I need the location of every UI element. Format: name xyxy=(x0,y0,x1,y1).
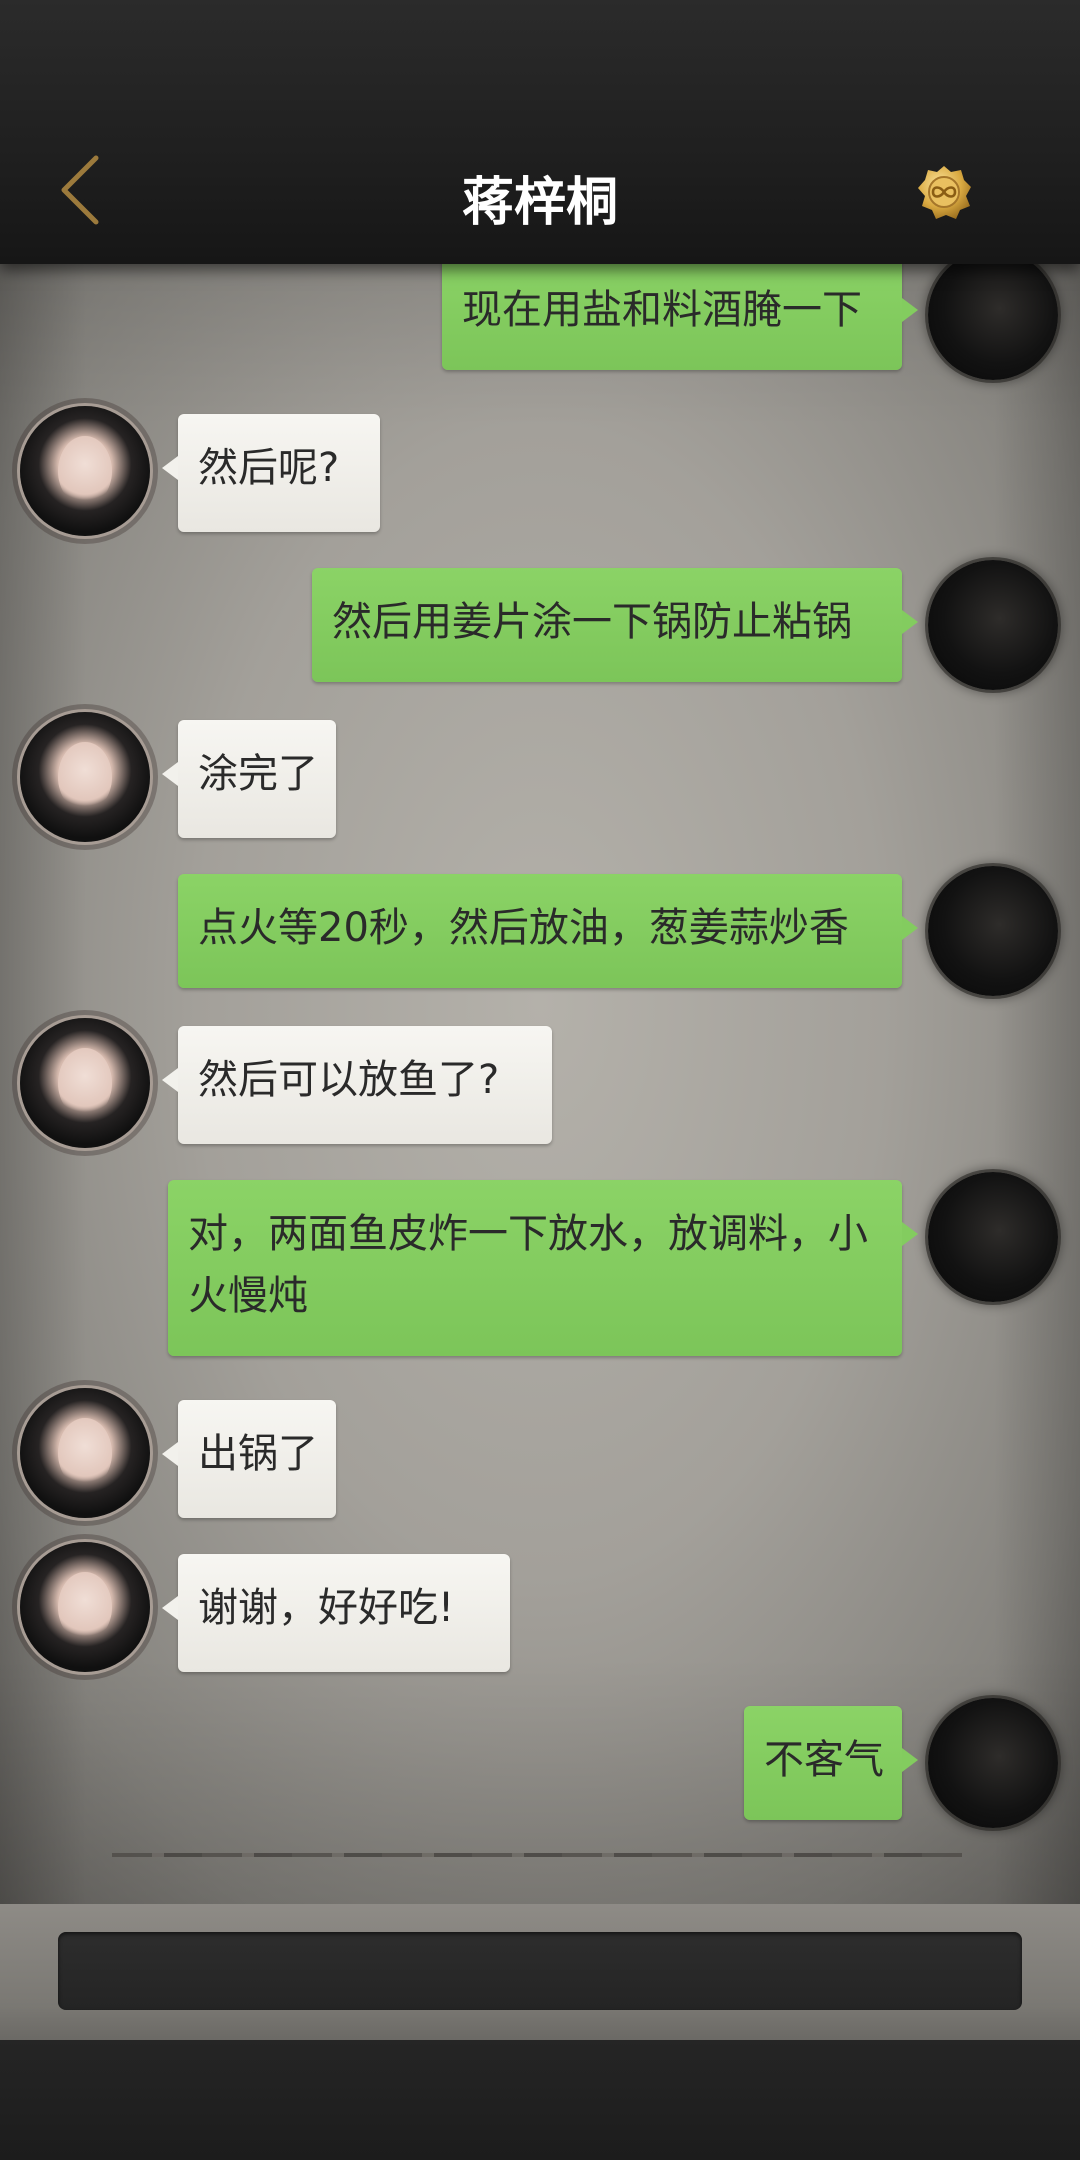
outgoing-message-bubble[interactable]: 然后用姜片涂一下锅防止粘锅 xyxy=(312,568,918,682)
my-avatar[interactable] xyxy=(928,866,1058,996)
incoming-message-bubble[interactable]: 出锅了 xyxy=(162,1400,336,1518)
contact-avatar[interactable] xyxy=(20,1018,150,1148)
chat-area[interactable]: 现在用盐和料酒腌一下 然后呢? 然后用姜片涂一下锅防止粘锅 涂完了 点火等20秒… xyxy=(0,264,1080,1904)
contact-avatar[interactable] xyxy=(20,1388,150,1518)
chat-divider xyxy=(112,1853,962,1857)
bottom-navigation-band xyxy=(0,2040,1080,2160)
incoming-message-bubble[interactable]: 然后呢? xyxy=(162,414,380,532)
contact-avatar[interactable] xyxy=(20,1542,150,1672)
outgoing-message-bubble[interactable]: 现在用盐和料酒腌一下 xyxy=(442,264,918,370)
contact-avatar[interactable] xyxy=(20,712,150,842)
chat-header: 蒋梓桐 xyxy=(0,0,1080,264)
message-input-field[interactable] xyxy=(58,1932,1022,2010)
outgoing-message-bubble[interactable]: 点火等20秒，然后放油，葱姜蒜炒香 xyxy=(178,874,918,988)
outgoing-message-bubble[interactable]: 对，两面鱼皮炸一下放水，放调料，小火慢炖 xyxy=(168,1180,918,1356)
my-avatar[interactable] xyxy=(928,264,1058,380)
infinity-coin-icon xyxy=(918,166,971,219)
my-avatar[interactable] xyxy=(928,1698,1058,1828)
outgoing-message-bubble[interactable]: 不客气 xyxy=(744,1706,918,1820)
infinity-coin-button[interactable] xyxy=(916,164,972,220)
my-avatar[interactable] xyxy=(928,560,1058,690)
my-avatar[interactable] xyxy=(928,1172,1058,1302)
contact-avatar[interactable] xyxy=(20,406,150,536)
incoming-message-bubble[interactable]: 然后可以放鱼了? xyxy=(162,1026,552,1144)
incoming-message-bubble[interactable]: 谢谢，好好吃! xyxy=(162,1554,510,1672)
incoming-message-bubble[interactable]: 涂完了 xyxy=(162,720,336,838)
